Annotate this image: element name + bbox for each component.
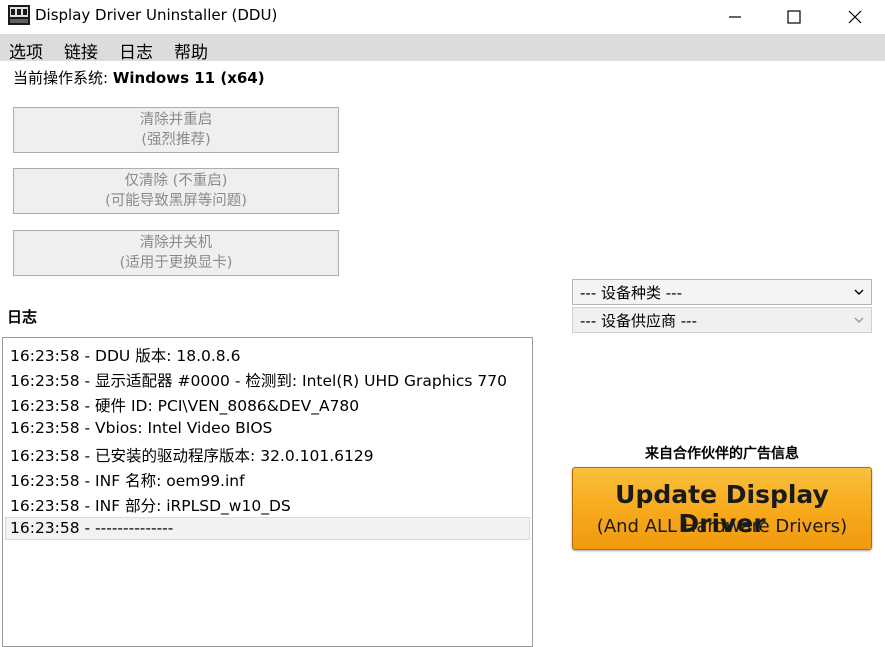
- os-label: 当前操作系统:: [13, 69, 113, 87]
- log-line[interactable]: 16:23:58 - 显示适配器 #0000 - 检测到: Intel(R) U…: [10, 369, 507, 391]
- clean-shutdown-note: (适用于更换显卡): [119, 255, 233, 271]
- maximize-icon: [787, 9, 801, 24]
- clean-shutdown-button[interactable]: 清除并关机 (适用于更换显卡): [13, 230, 339, 276]
- clean-only-button[interactable]: 仅清除 (不重启) (可能导致黑屏等问题): [13, 168, 339, 214]
- log-heading: 日志: [7, 308, 38, 326]
- log-line[interactable]: 16:23:58 - 已安装的驱动程序版本: 32.0.101.6129: [10, 444, 374, 466]
- ad-subtitle: (And ALL Hardware Drivers): [596, 516, 848, 537]
- clean-restart-note: (强烈推荐): [141, 132, 211, 148]
- log-list[interactable]: 16:23:58 - DDU 版本: 18.0.8.6 16:23:58 - 显…: [2, 337, 533, 647]
- menu-help[interactable]: 帮助: [174, 38, 208, 63]
- log-line[interactable]: 16:23:58 - Vbios: Intel Video BIOS: [10, 419, 272, 437]
- update-driver-ad-button[interactable]: Update Display Driver (And ALL Hardware …: [572, 467, 872, 550]
- clean-restart-button[interactable]: 清除并重启 (强烈推荐): [13, 107, 339, 153]
- title-bar: Display Driver Uninstaller (DDU): [0, 0, 885, 33]
- menu-options[interactable]: 选项: [9, 38, 43, 63]
- os-info: 当前操作系统: Windows 11 (x64): [13, 67, 265, 88]
- log-line[interactable]: 16:23:58 - DDU 版本: 18.0.8.6: [10, 344, 240, 366]
- minimize-button[interactable]: [704, 0, 766, 33]
- log-line[interactable]: 16:23:58 - INF 名称: oem99.inf: [10, 469, 245, 491]
- clean-only-note: (可能导致黑屏等问题): [105, 193, 247, 209]
- minimize-icon: [729, 15, 741, 18]
- menu-bar: 选项 链接 日志 帮助: [0, 34, 885, 63]
- os-value: Windows 11 (x64): [112, 69, 265, 87]
- menu-links[interactable]: 链接: [64, 38, 98, 63]
- chevron-down-icon: [854, 317, 864, 323]
- clean-only-label: 仅清除 (不重启): [124, 173, 228, 189]
- clean-shutdown-label: 清除并关机: [139, 235, 213, 251]
- maximize-button[interactable]: [763, 0, 825, 33]
- clean-restart-label: 清除并重启: [139, 112, 213, 128]
- device-type-value: --- 设备种类 ---: [580, 283, 683, 302]
- chevron-down-icon: [854, 289, 864, 295]
- ddu-app-icon: [8, 5, 30, 25]
- device-vendor-value: --- 设备供应商 ---: [580, 311, 698, 330]
- device-type-select[interactable]: --- 设备种类 ---: [572, 279, 872, 305]
- close-icon: [848, 10, 862, 23]
- log-line[interactable]: 16:23:58 - 硬件 ID: PCI\VEN_8086&DEV_A780: [10, 394, 359, 416]
- window-title: Display Driver Uninstaller (DDU): [35, 6, 278, 24]
- close-button[interactable]: [824, 0, 885, 33]
- ad-caption: 来自合作伙伴的广告信息: [645, 446, 799, 462]
- log-line[interactable]: 16:23:58 - --------------: [10, 519, 173, 537]
- log-line[interactable]: 16:23:58 - INF 部分: iRPLSD_w10_DS: [10, 494, 291, 516]
- device-vendor-select[interactable]: --- 设备供应商 ---: [572, 307, 872, 333]
- menu-log[interactable]: 日志: [119, 38, 153, 63]
